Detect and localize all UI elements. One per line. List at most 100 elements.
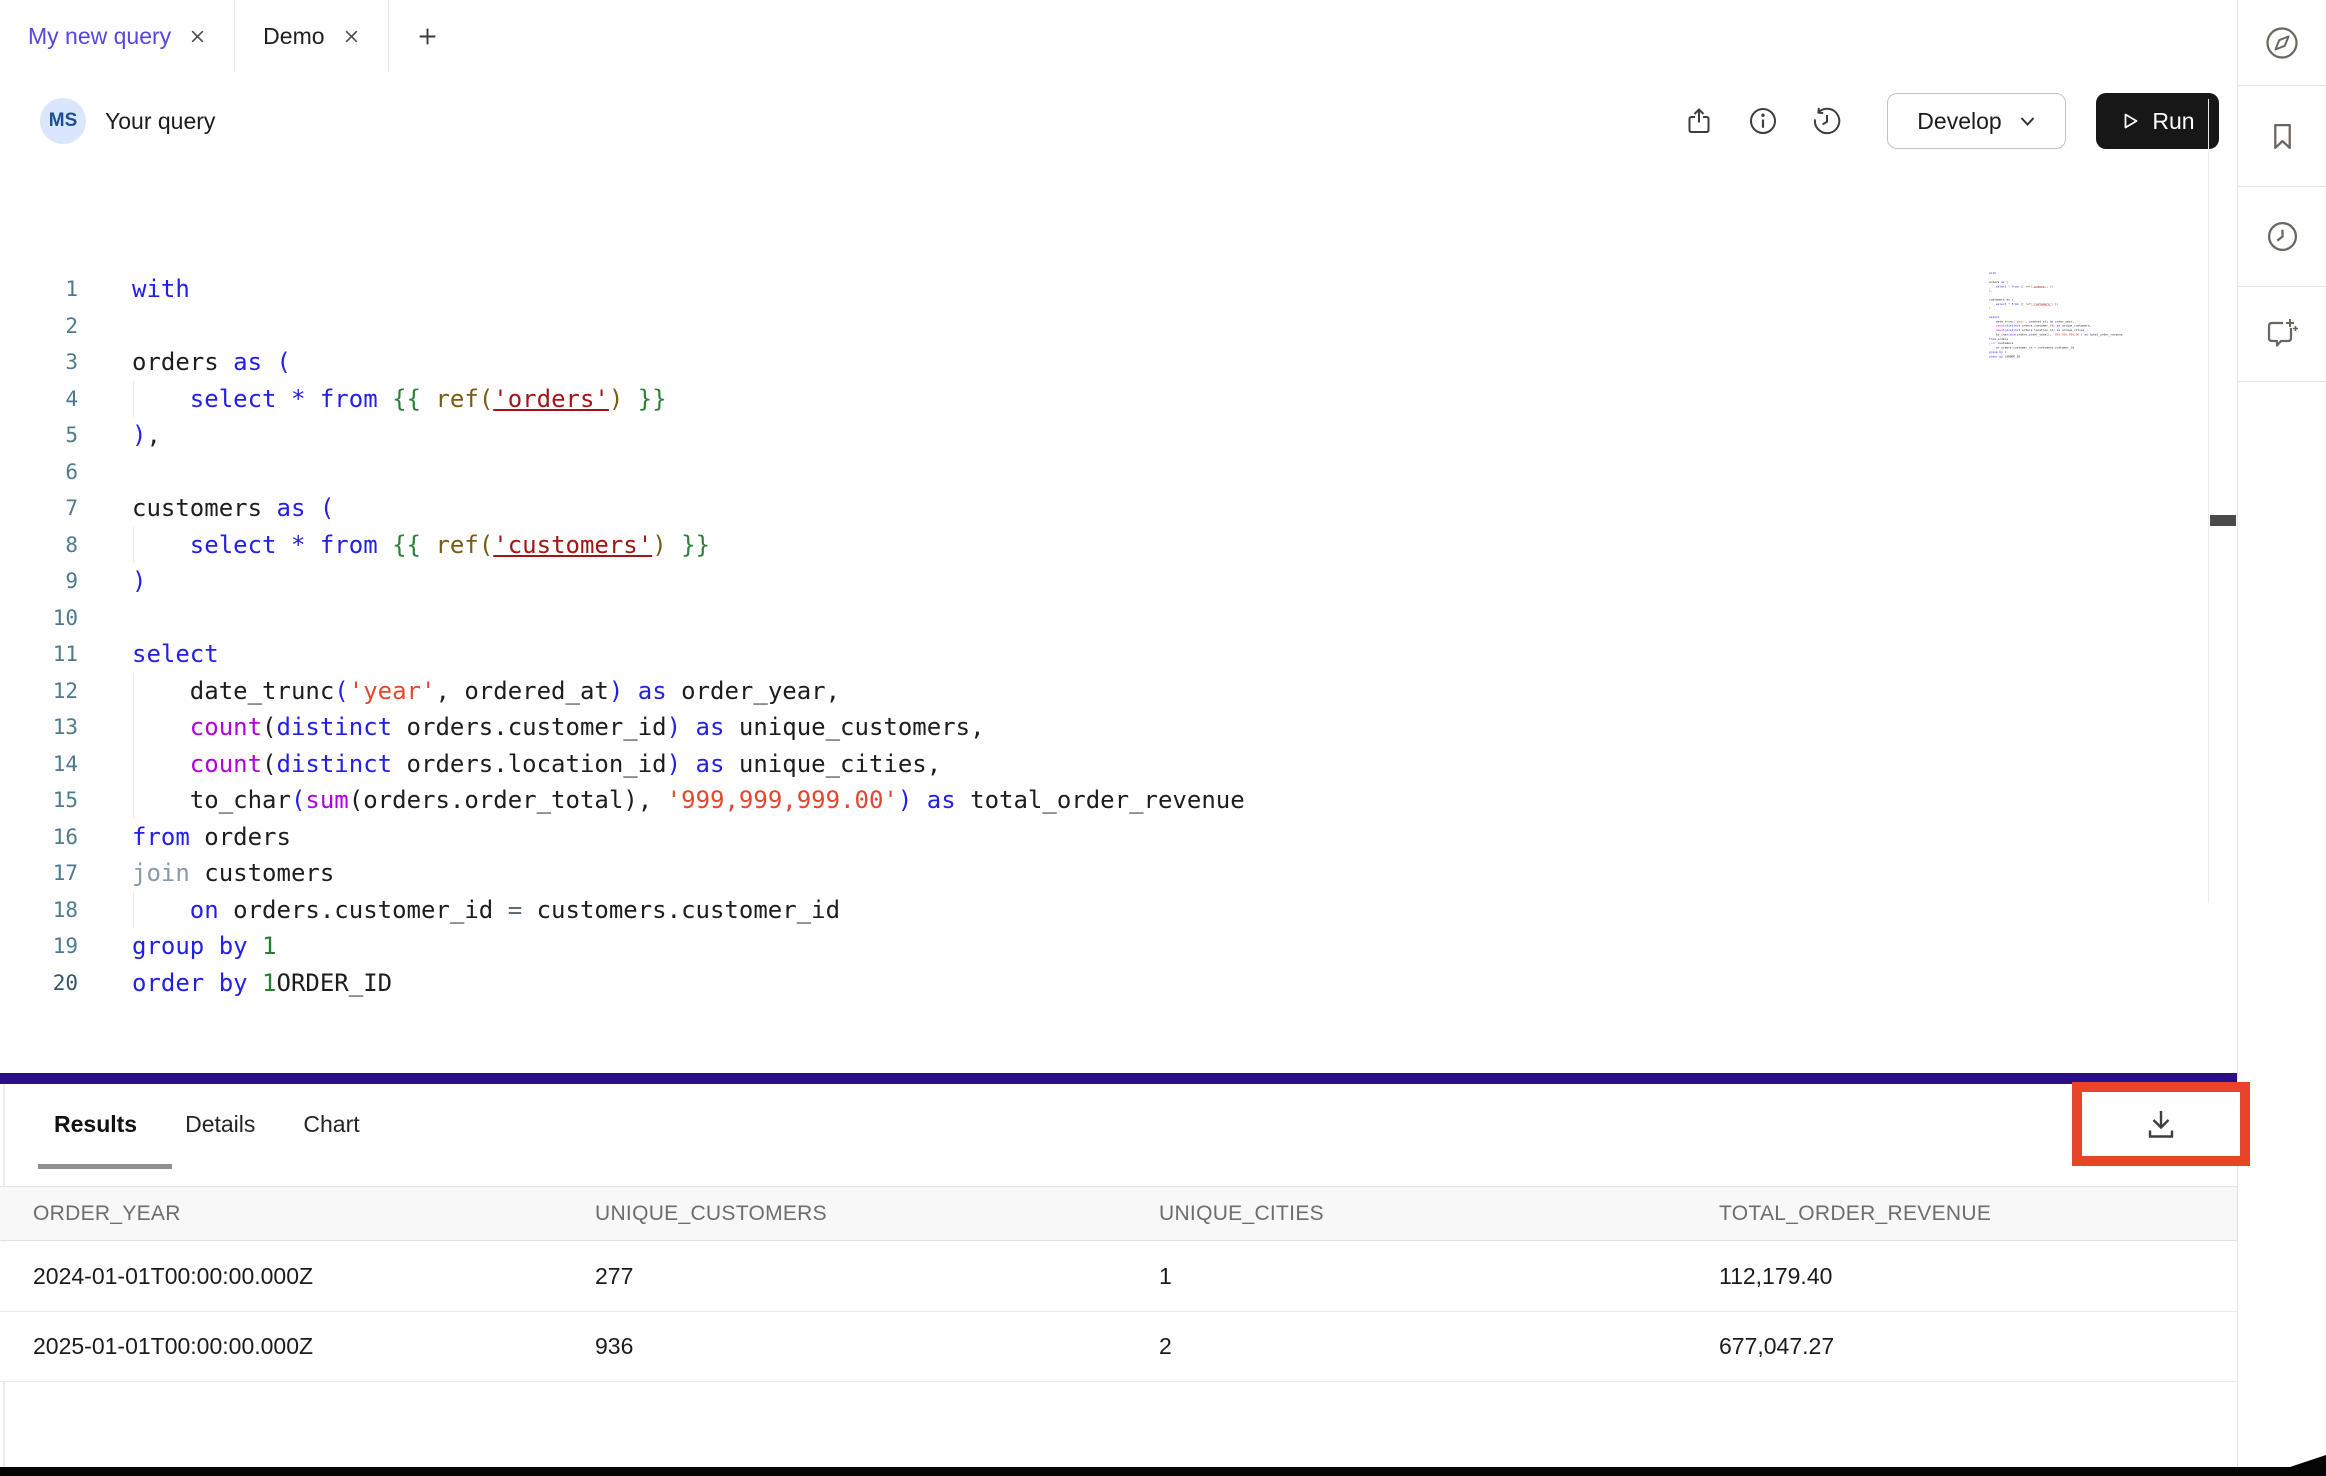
editor-scrollbar-handle[interactable] bbox=[2210, 515, 2236, 526]
table-cell: 277 bbox=[595, 1263, 1159, 1290]
close-icon[interactable] bbox=[189, 28, 206, 45]
line-number: 1 bbox=[0, 271, 78, 308]
clock-icon bbox=[2266, 220, 2299, 253]
line-number: 8 bbox=[0, 527, 78, 564]
close-icon[interactable] bbox=[343, 28, 360, 45]
line-number: 7 bbox=[0, 490, 78, 527]
line-text: with bbox=[132, 271, 190, 308]
code-line-8[interactable]: 8 select * from {{ ref('customers') }} bbox=[0, 527, 2200, 564]
develop-dropdown[interactable]: Develop bbox=[1887, 93, 2066, 149]
line-text: orders as ( bbox=[132, 344, 291, 381]
line-number: 3 bbox=[0, 344, 78, 381]
code-line-5[interactable]: 5), bbox=[0, 417, 2200, 454]
line-number: 10 bbox=[0, 600, 78, 637]
code-line-15[interactable]: 15 to_char(sum(orders.order_total), '999… bbox=[0, 782, 2200, 819]
line-number: 11 bbox=[0, 636, 78, 673]
line-text: count(distinct orders.customer_id) as un… bbox=[132, 709, 985, 746]
screen-bottom-bar bbox=[0, 1467, 2326, 1476]
line-number: 14 bbox=[0, 746, 78, 783]
line-text: select bbox=[132, 636, 219, 673]
table-cell: 936 bbox=[595, 1333, 1159, 1360]
line-number: 4 bbox=[0, 381, 78, 418]
code-line-7[interactable]: 7 customers as ( bbox=[0, 490, 2200, 527]
line-text: customers as ( bbox=[132, 490, 334, 527]
table-cell: 677,047.27 bbox=[1719, 1333, 1834, 1360]
code-line-16[interactable]: 16from orders bbox=[0, 819, 2200, 856]
page-title: Your query bbox=[105, 72, 215, 170]
column-header: UNIQUE_CITIES bbox=[1159, 1202, 1719, 1226]
code-line-1[interactable]: 1 with bbox=[0, 271, 2200, 308]
code-line-14[interactable]: 14 count(distinct orders.location_id) as… bbox=[0, 746, 2200, 783]
code-line-10[interactable]: 10 bbox=[0, 600, 2200, 637]
tab-my-new-query[interactable]: My new query bbox=[0, 0, 235, 72]
code-line-20[interactable]: 20order by 1ORDER_ID bbox=[0, 965, 2200, 1002]
line-text: to_char(sum(orders.order_total), '999,99… bbox=[132, 782, 1245, 819]
results-tab-results[interactable]: Results bbox=[54, 1111, 137, 1138]
query-ide-window: My new query Demo MS Your query bbox=[0, 0, 2326, 1476]
code-line-4[interactable]: 4 select * from {{ ref('orders') }} bbox=[0, 381, 2200, 418]
line-number: 9 bbox=[0, 563, 78, 600]
results-table-header: ORDER_YEARUNIQUE_CUSTOMERSUNIQUE_CITIEST… bbox=[0, 1186, 2237, 1241]
code-line-3[interactable]: 3 orders as ( bbox=[0, 344, 2200, 381]
line-text: join customers bbox=[132, 855, 334, 892]
line-number: 16 bbox=[0, 819, 78, 856]
sidebar-item-history[interactable] bbox=[2238, 187, 2326, 287]
develop-label: Develop bbox=[1917, 108, 2001, 135]
results-tab-chart[interactable]: Chart bbox=[303, 1111, 359, 1138]
panel-resizer[interactable] bbox=[0, 1073, 2237, 1084]
code-line-13[interactable]: 13 count(distinct orders.customer_id) as… bbox=[0, 709, 2200, 746]
line-text: group by 1 bbox=[132, 928, 277, 965]
sidebar-item-ai-chat[interactable] bbox=[2238, 287, 2326, 382]
run-button[interactable]: Run bbox=[2096, 93, 2219, 149]
line-number: 6 bbox=[0, 454, 78, 491]
results-tab-details[interactable]: Details bbox=[185, 1111, 255, 1138]
line-number: 5 bbox=[0, 417, 78, 454]
tab-label: Demo bbox=[263, 23, 324, 50]
editor-scrollbar-track bbox=[2208, 99, 2209, 903]
info-icon[interactable] bbox=[1748, 106, 1778, 136]
editor-tab-bar: My new query Demo bbox=[0, 0, 2237, 73]
line-number: 17 bbox=[0, 855, 78, 892]
column-header: TOTAL_ORDER_REVENUE bbox=[1719, 1202, 1991, 1226]
code-line-12[interactable]: 12 date_trunc('year', ordered_at) as ord… bbox=[0, 673, 2200, 710]
sidebar-item-explore[interactable] bbox=[2238, 0, 2326, 86]
code-line-18[interactable]: 18 on orders.customer_id = customers.cus… bbox=[0, 892, 2200, 929]
line-number: 13 bbox=[0, 709, 78, 746]
sidebar-item-bookmarks[interactable] bbox=[2238, 86, 2326, 187]
compass-icon bbox=[2264, 25, 2300, 61]
history-icon[interactable] bbox=[1812, 106, 1842, 136]
table-row[interactable]: 2025-01-01T00:00:00.000Z9362677,047.27 bbox=[0, 1312, 2237, 1382]
code-line-17[interactable]: 17 join customers bbox=[0, 855, 2200, 892]
code-line-6[interactable]: 6 bbox=[0, 454, 2200, 491]
new-tab-button[interactable] bbox=[389, 0, 466, 72]
share-icon[interactable] bbox=[1684, 106, 1714, 136]
code-lines[interactable]: 1with23orders as (4 select * from {{ ref… bbox=[0, 271, 2200, 1001]
line-text: ) bbox=[132, 563, 146, 600]
code-line-9[interactable]: 9) bbox=[0, 563, 2200, 600]
query-header: MS Your query Develop Run bbox=[0, 72, 2237, 171]
tab-demo[interactable]: Demo bbox=[235, 0, 388, 72]
run-label: Run bbox=[2152, 108, 2194, 135]
line-text: order by 1ORDER_ID bbox=[1989, 354, 2020, 358]
line-number: 19 bbox=[0, 928, 78, 965]
table-cell: 2 bbox=[1159, 1333, 1719, 1360]
table-row[interactable]: 2024-01-01T00:00:00.000Z2771112,179.40 bbox=[0, 1242, 2237, 1312]
sql-editor[interactable]: 1with23orders as (4 select * from {{ ref… bbox=[0, 170, 2237, 1073]
code-line-11[interactable]: 11 select bbox=[0, 636, 2200, 673]
download-button[interactable] bbox=[2141, 1104, 2181, 1144]
bookmark-icon bbox=[2266, 120, 2299, 153]
line-number: 2 bbox=[0, 308, 78, 345]
minimap[interactable]: 1with23orders as (4 select * from {{ ref… bbox=[1989, 271, 2149, 371]
line-text: date_trunc('year', ordered_at) as order_… bbox=[132, 673, 840, 710]
table-cell: 2024-01-01T00:00:00.000Z bbox=[33, 1263, 595, 1290]
line-text: count(distinct orders.location_id) as un… bbox=[132, 746, 941, 783]
line-number: 12 bbox=[0, 673, 78, 710]
line-text: select * from {{ ref('customers') }} bbox=[132, 527, 710, 564]
table-cell: 1 bbox=[1159, 1263, 1719, 1290]
plus-icon bbox=[417, 26, 438, 47]
line-number: 18 bbox=[0, 892, 78, 929]
code-line-19[interactable]: 19 group by 1 bbox=[0, 928, 2200, 965]
code-line-2[interactable]: 2 bbox=[0, 308, 2200, 345]
code-line-20: 20order by 1ORDER_ID bbox=[1989, 354, 2147, 358]
line-number: 20 bbox=[0, 965, 78, 1002]
